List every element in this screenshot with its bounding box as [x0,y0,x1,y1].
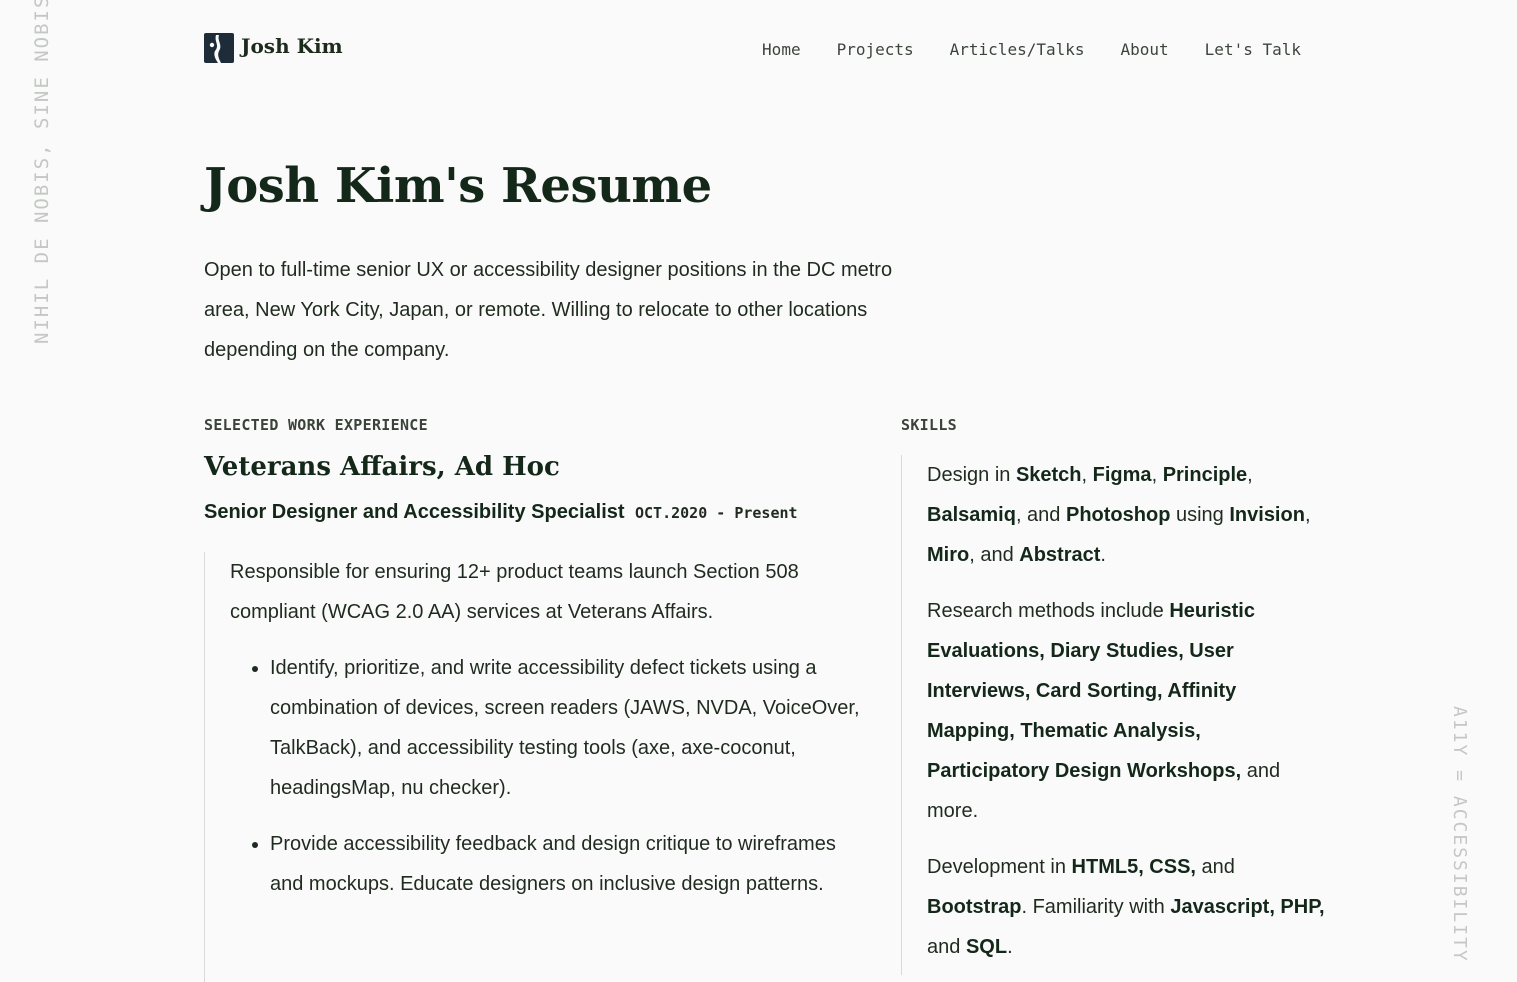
work-section-label: SELECTED WORK EXPERIENCE [204,416,428,434]
nav-home[interactable]: Home [762,40,801,59]
intro-text: Open to full-time senior UX or accessibi… [204,259,893,361]
skill-keyword: Javascript, PHP, [1170,896,1325,918]
skill-paragraph: Development in HTML5, CSS, and Bootstrap… [927,856,1325,958]
side-motto-right: A11Y = ACCESSIBILITY [1449,706,1470,963]
side-motto-left: NIHIL DE NOBIS, SINE NOBIS [31,0,53,344]
skills-section-label: SKILLS [901,416,957,434]
page-title: Josh Kim's Resume [204,158,712,214]
skill-keyword: Miro [927,544,970,566]
nav-about[interactable]: About [1121,40,1169,59]
main-nav: Home Projects Articles/Talks About Let's… [762,40,1301,59]
skill-keyword: Heuristic Evaluations, Diary Studies, Us… [927,600,1255,782]
list-item: Provide accessibility feedback and desig… [270,824,870,904]
skill-keyword: Principle [1162,464,1248,486]
logo-mark-icon [204,33,234,63]
skill-keyword: Invision [1229,504,1305,526]
skills-details: Design in Sketch, Figma, Principle, Bals… [901,455,1327,975]
nav-lets-talk[interactable]: Let's Talk [1205,40,1301,59]
job-dates: OCT.2020 - Present [634,504,798,522]
list-item: Identify, prioritize, and write accessib… [270,648,870,808]
skill-keyword: Figma [1092,464,1152,486]
skill-keyword: Bootstrap [927,896,1022,918]
nav-projects[interactable]: Projects [837,40,914,59]
job-company: Veterans Affairs, Ad Hoc [204,452,560,482]
site-header: Josh Kim Home Projects Articles/Talks Ab… [204,33,1301,65]
skill-paragraph: Research methods include Heuristic Evalu… [927,600,1281,822]
job-title: Senior Designer and Accessibility Specia… [204,501,625,523]
skill-keyword: Sketch [1015,464,1082,486]
job-details: Responsible for ensuring 12+ product tea… [204,552,870,982]
logo-text: Josh Kim [241,34,343,58]
site-logo-link[interactable]: Josh Kim [204,33,343,63]
skill-keyword: Balsamiq [927,504,1016,526]
job-title-line: Senior Designer and Accessibility Specia… [204,501,798,524]
skill-paragraph: Design in Sketch, Figma, Principle, Bals… [927,464,1311,566]
skill-keyword: Photoshop [1065,504,1171,526]
skill-keyword: Abstract [1019,544,1101,566]
job-bullet-list: Identify, prioritize, and write accessib… [230,648,870,904]
nav-articles-talks[interactable]: Articles/Talks [950,40,1085,59]
job-description: Responsible for ensuring 12+ product tea… [230,561,799,623]
skill-keyword: HTML5, CSS, [1071,856,1196,878]
skill-keyword: SQL [965,936,1008,958]
